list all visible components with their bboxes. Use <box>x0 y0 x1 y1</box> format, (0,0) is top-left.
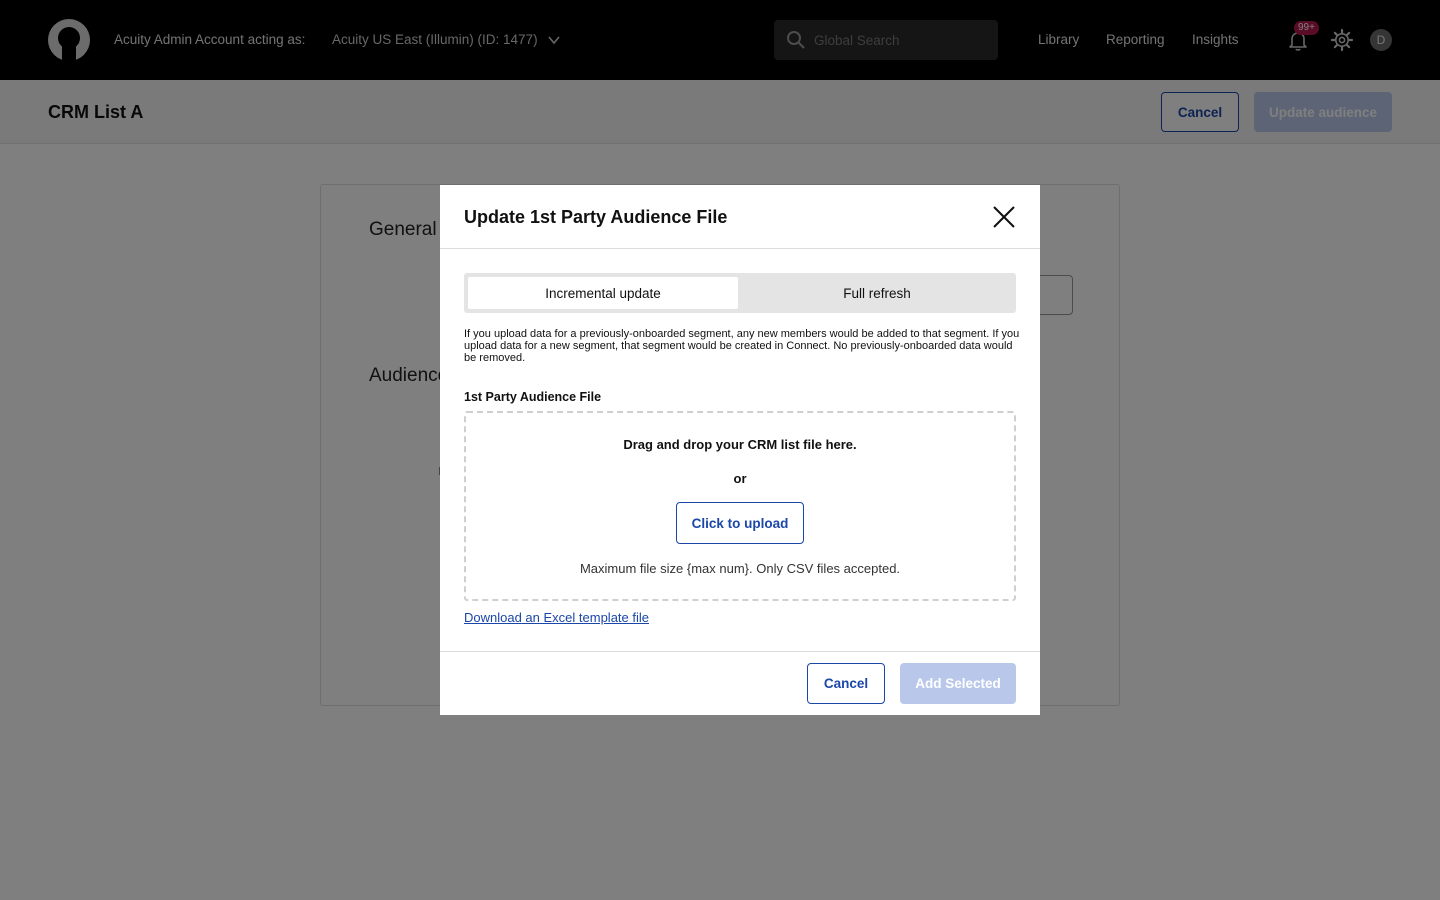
dialog-title: Update 1st Party Audience File <box>464 207 728 227</box>
click-to-upload-button[interactable]: Click to upload <box>676 502 804 544</box>
update-mode-description: If you upload data for a previously-onbo… <box>464 328 1020 364</box>
update-audience-file-dialog: Update 1st Party Audience File Increment… <box>440 185 1040 715</box>
file-field-label: 1st Party Audience File <box>464 390 602 404</box>
close-icon[interactable] <box>990 203 1018 231</box>
add-selected-button[interactable]: Add Selected <box>900 663 1016 704</box>
dropzone-title: Drag and drop your CRM list file here. <box>623 437 857 452</box>
download-template-link[interactable]: Download an Excel template file <box>464 610 649 625</box>
dropzone-note: Maximum file size {max num}. Only CSV fi… <box>579 561 901 576</box>
update-mode-toggle: Incremental update Full refresh <box>464 273 1016 313</box>
dialog-cancel-button[interactable]: Cancel <box>807 663 885 704</box>
dropzone-or: or <box>733 471 747 486</box>
file-dropzone[interactable]: Drag and drop your CRM list file here. o… <box>464 411 1016 601</box>
tab-incremental-update[interactable]: Incremental update <box>468 277 738 309</box>
tab-full-refresh[interactable]: Full refresh <box>742 277 1012 309</box>
dialog-footer: Cancel Add Selected <box>440 651 1040 715</box>
dialog-header: Update 1st Party Audience File <box>440 185 1040 249</box>
